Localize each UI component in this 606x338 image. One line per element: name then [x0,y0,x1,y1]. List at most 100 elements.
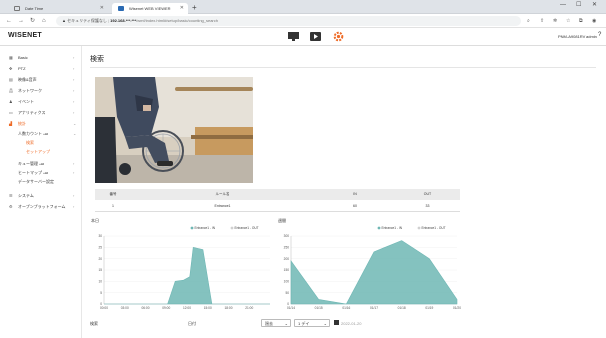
x-tick-label: 03:00 [121,306,129,310]
wisenet-favicon-icon [118,6,124,11]
x-tick-label: 00:00 [100,306,108,310]
back-icon[interactable]: ← [6,16,12,26]
address-bar[interactable]: ▲ セキュリティ保護なし | 192.168.***.***/wmf/index… [56,16,521,26]
chevron-right-icon: › [73,99,75,104]
search-icon[interactable]: ⌕ [527,17,530,26]
sidebar-item-data-server[interactable]: データサーバー設定 [0,178,82,186]
new-tab-icon[interactable]: + [192,3,197,12]
sidebar-item-search[interactable]: 検索 [0,139,82,147]
user-role: admin [586,34,597,39]
sidebar-item-video-audio[interactable]: ▤ 映像&音声 › [0,76,82,84]
close-tab-icon[interactable]: ✕ [100,3,104,14]
sidebar-item-heatmap[interactable]: ヒートマップ +AI › [0,169,82,177]
monitor-icon[interactable] [287,31,300,42]
sidebar-item-analytics[interactable]: ▭ アナリティクス › [0,109,82,117]
table-row[interactable]: 1 Entrance1 60 33 [95,200,460,212]
column-header: IN [353,192,357,196]
sidebar-item-people-counting[interactable]: 人数カウント +AI ⌄ [0,130,82,138]
chart-icon: ▭ [9,110,13,115]
move-icon: ✥ [9,66,13,71]
extensions-icon[interactable]: ✲ [553,17,557,26]
column-header: OUT [423,192,432,196]
bell-icon: ♟ [9,99,13,104]
x-tick-label: 01/20 [453,306,461,310]
collections-icon[interactable]: ⧉ [579,17,583,26]
bookmark-icon[interactable]: ☆ [566,17,570,26]
sidebar-item-basic[interactable]: ▦ Basic › [0,54,82,62]
y-tick-label: 25 [98,246,102,250]
forward-icon[interactable]: → [18,16,24,26]
legend-swatch [230,226,234,230]
page-title: 検索 [90,56,104,63]
browser-tab-wisenet[interactable]: Wisenet WEB VIEWER ✕ [112,3,188,14]
sidebar-item-setup[interactable]: セットアップ [0,148,82,156]
chevron-right-icon: › [73,204,75,209]
daily-chart: 本日 0 5 10 15 20 25 30 Entrance1 - IN Entrance1 -… [90,218,275,318]
sidebar: ▦ Basic › ✥ PTZ › ▤ 映像&音声 › 品 ネットワーク › ♟… [0,46,82,338]
search-controls: 検索 日付 過去 ⌄ 1 デイ ⌄ 2022-01-20 [90,316,590,336]
date-value: 2022-01-20 [341,321,362,326]
legend-entry: Entrance1 - OUT [422,226,446,230]
y-tick-label: 100 [284,280,290,284]
y-tick-label: 200 [284,257,290,261]
sidebar-item-queue[interactable]: キュー管理 +AI › [0,160,82,168]
y-tick-label: 5 [100,291,102,295]
x-tick-label: 21:00 [245,306,253,310]
device-model: PNM-A9081RV [558,34,586,39]
result-label: 検索 [90,321,98,326]
browser-tab-date-time[interactable]: Date Time ✕ [8,3,108,14]
sidebar-item-open-platform[interactable]: ⚙ オープンプラットフォーム › [0,203,82,211]
home-icon[interactable]: ⌂ [42,16,46,26]
minimize-icon[interactable]: — [560,1,566,10]
table-cell: 1 [112,204,114,208]
sidebar-item-label: 統計 [18,121,26,126]
legend-swatch [377,226,381,230]
network-icon: 品 [9,88,13,93]
range-select[interactable]: 1 デイ ⌄ [294,319,330,327]
sidebar-item-event[interactable]: ♟ イベント › [0,98,82,106]
maximize-icon[interactable]: ☐ [576,1,581,10]
close-window-icon[interactable]: ✕ [592,1,597,10]
y-tick-label: 300 [284,234,290,238]
y-tick-label: 30 [98,234,102,238]
table-cell: 33 [425,204,430,208]
chevron-right-icon: › [73,77,75,82]
x-tick-label: 09:00 [162,306,170,310]
sidebar-item-network[interactable]: 品 ネットワーク › [0,87,82,95]
sidebar-item-system[interactable]: ☰ システム › [0,192,82,200]
reload-icon[interactable]: ↻ [30,16,35,26]
sidebar-item-label: セットアップ [26,149,50,154]
sidebar-item-statistics[interactable]: ▟ 統計 ⌄ [0,120,82,128]
legend-entry: Entrance1 - IN [195,226,216,230]
sidebar-item-label: 検索 [26,140,34,145]
share-icon[interactable]: ⇧ [540,17,544,26]
sidebar-item-label: データサーバー設定 [18,179,54,184]
daily-chart-svg: 051015202530Entrance1 - IN Entrance1 - OU… [98,226,270,310]
x-tick-label: 01/18 [398,306,406,310]
sidebar-item-ptz[interactable]: ✥ PTZ › [0,65,82,73]
y-tick-label: 20 [98,257,102,261]
sidebar-item-label: ヒートマップ +AI [18,170,48,175]
sidebar-item-label: イベント [18,99,34,104]
y-tick-label: 10 [98,280,102,284]
help-icon[interactable]: ? [598,32,601,38]
ai-badge: +AI [39,162,44,166]
profile-icon[interactable]: ◉ [592,17,596,26]
playback-icon[interactable] [309,31,322,42]
warning-icon: ▲ [62,18,66,23]
legend-swatch [190,226,194,230]
close-tab-icon[interactable]: ✕ [180,3,184,14]
x-tick-label: 15:00 [204,306,212,310]
sidebar-item-label: アナリティクス [18,110,46,115]
period-select[interactable]: 過去 ⌄ [261,319,291,327]
table-cell: Entrance1 [214,204,231,208]
grid-icon: ▦ [9,55,13,60]
gear-icon[interactable] [332,31,345,42]
chevron-right-icon: › [73,161,75,166]
sidebar-item-label: PTZ [18,66,26,71]
chevron-right-icon: › [73,110,75,115]
title-divider [90,67,596,68]
sidebar-item-label: オープンプラットフォーム [18,204,66,209]
calendar-icon[interactable] [334,320,339,325]
camera-live-view [95,77,253,183]
